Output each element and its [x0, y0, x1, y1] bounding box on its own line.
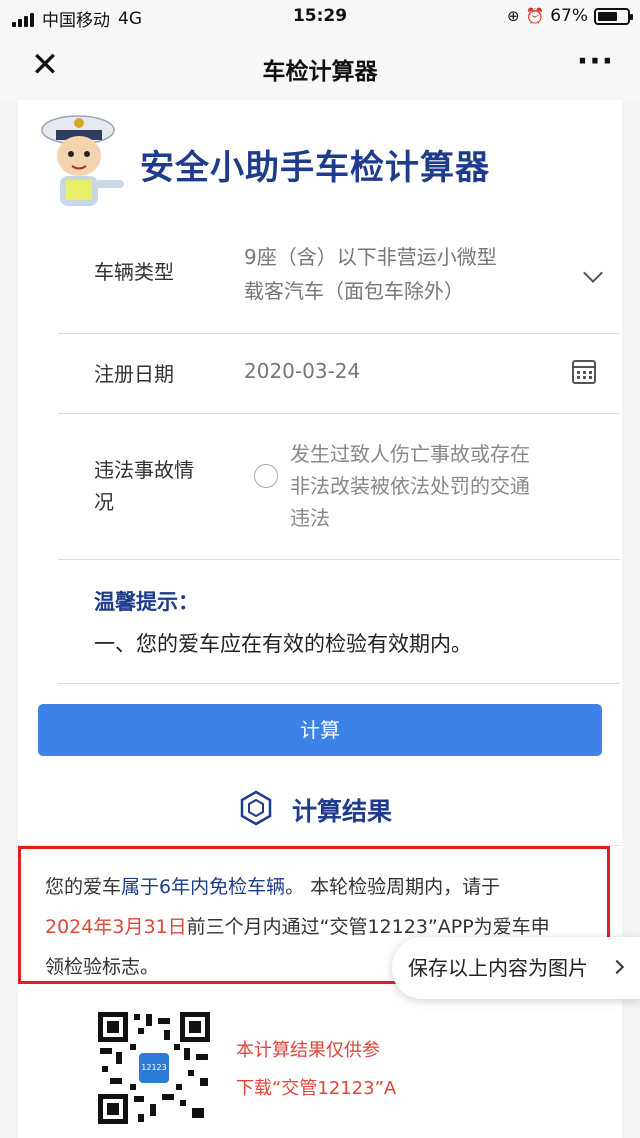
- alarm-icon: ⏰: [525, 7, 545, 25]
- accident-option-line2: 非法改装被依法处罚的交通: [290, 474, 530, 498]
- save-as-image-button[interactable]: 保存以上内容为图片: [392, 937, 640, 999]
- result-exempt-highlight: 属于6年内免检车辆: [121, 876, 286, 898]
- reg-date-input[interactable]: 2020-03-24: [244, 354, 360, 388]
- note-line2: 下载“交管12123”A: [236, 1078, 397, 1099]
- vehicle-type-value-line1: 9座（含）以下非营运小微型: [244, 245, 497, 269]
- vehicle-type-row[interactable]: 车辆类型 9座（含）以下非营运小微型 载客汽车（面包车除外）: [58, 216, 620, 334]
- accident-option-text[interactable]: 发生过致人伤亡事故或存在 非法改装被依法处罚的交通 违法: [290, 438, 560, 534]
- result-text-part5: 前三个月内通过“交管12123”APP为爱车申: [186, 916, 550, 938]
- accident-label-line1: 违法事故情: [94, 458, 194, 482]
- accident-option-line3: 违法: [290, 506, 330, 530]
- qr-center-logo: 12123: [139, 1053, 169, 1083]
- battery-percent: 67%: [550, 6, 588, 26]
- tip-section: 温馨提示： 一、您的爱车应在有效的检验有效期内。: [58, 560, 620, 684]
- chevron-down-icon[interactable]: [583, 263, 603, 283]
- result-deadline-highlight: 2024年3月31日: [45, 916, 187, 938]
- result-header: 计算结果: [18, 774, 622, 846]
- status-bar: 中国移动 4G 15:29 ⊕ ⏰ 67%: [0, 0, 640, 34]
- battery-icon: [594, 7, 633, 25]
- save-as-image-label: 保存以上内容为图片: [408, 956, 588, 980]
- reg-date-label: 注册日期: [94, 362, 174, 386]
- orientation-lock-icon: ⊕: [506, 7, 520, 25]
- vehicle-type-value-line2: 载客汽车（面包车除外）: [244, 279, 464, 303]
- result-title: 计算结果: [292, 797, 393, 826]
- result-text-part6: 领检验标志。: [45, 956, 160, 978]
- calendar-icon[interactable]: [572, 360, 596, 384]
- page-title: 车检计算器: [262, 59, 378, 85]
- reg-date-row[interactable]: 注册日期 2020-03-24: [58, 334, 620, 414]
- tip-title: 温馨提示：: [94, 590, 199, 614]
- result-text-part3: 。 本轮检验周期内，请于: [285, 876, 501, 898]
- vehicle-type-select[interactable]: 9座（含）以下非营运小微型 载客汽车（面包车除外）: [244, 240, 554, 308]
- status-right: ⊕ ⏰ 67%: [506, 6, 633, 26]
- chevron-right-icon: [609, 959, 625, 975]
- accident-row: 违法事故情 况 发生过致人伤亡事故或存在 非法改装被依法处罚的交通 违法: [58, 414, 620, 560]
- calculate-button[interactable]: 计算: [38, 704, 602, 756]
- more-icon[interactable]: ···: [577, 44, 614, 79]
- hexagon-icon: [240, 790, 272, 826]
- vehicle-type-label: 车辆类型: [94, 260, 174, 284]
- header-title: 安全小助手车检计算器: [140, 148, 490, 188]
- result-text-part1: 您的爱车: [45, 876, 122, 898]
- accident-label: 违法事故情 况: [94, 454, 224, 518]
- accident-label-line2: 况: [94, 490, 114, 514]
- nav-bar: ✕ 车检计算器 ···: [0, 34, 640, 100]
- note-line1: 本计算结果仅供参: [236, 1040, 380, 1061]
- accident-option-line1: 发生过致人伤亡事故或存在: [290, 442, 530, 466]
- accident-radio[interactable]: [254, 464, 278, 488]
- police-mascot-icon: [41, 115, 124, 206]
- tip-text: 一、您的爱车应在有效的检验有效期内。: [94, 632, 472, 656]
